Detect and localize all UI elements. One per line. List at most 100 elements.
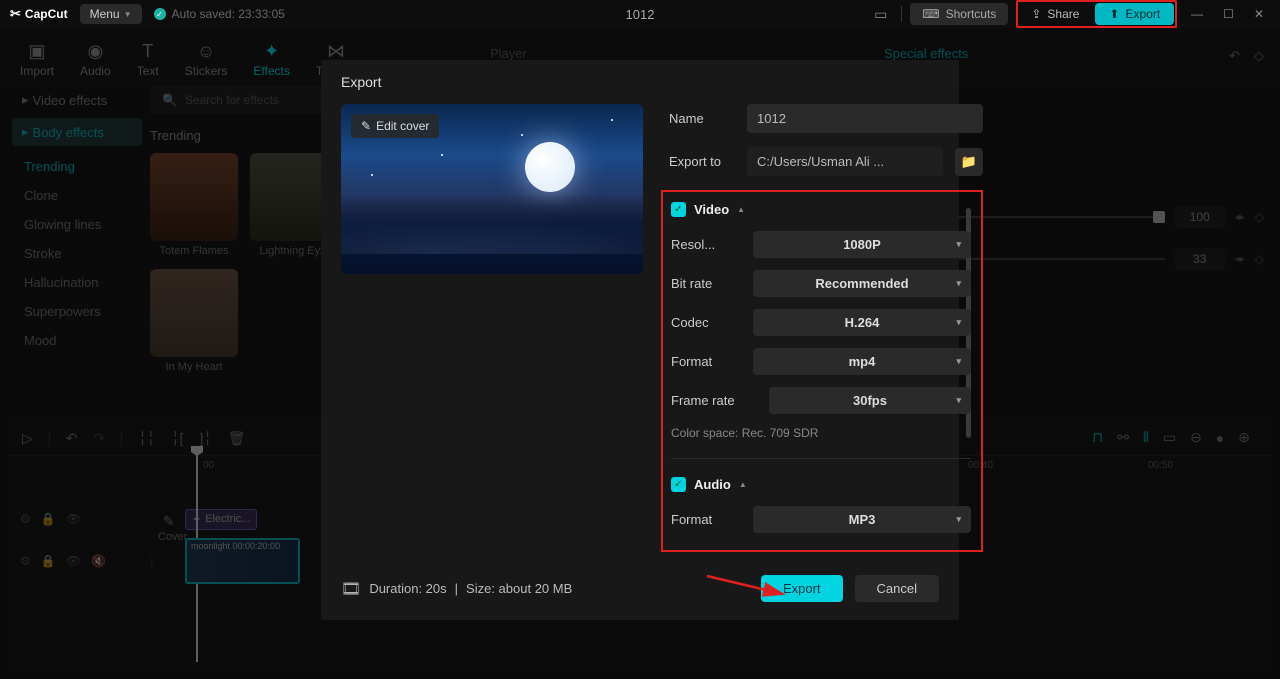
effect-clip-icon: ✦ — [192, 513, 201, 526]
sidebar-item-mood[interactable]: Mood — [12, 326, 142, 355]
export-modal: Export ✎ Edit cover Name — [321, 60, 959, 620]
zoom-out-icon[interactable]: ⊖ — [1190, 429, 1202, 446]
name-label: Name — [669, 111, 735, 126]
effect-item[interactable]: Totem Flames — [150, 153, 238, 257]
titlebar: ✂ CapCut Menu ▼ ✓ Auto saved: 23:33:05 1… — [0, 0, 1280, 28]
sidebar-item-superpowers[interactable]: Superpowers — [12, 297, 142, 326]
preview-icon[interactable]: ▭ — [1163, 429, 1176, 446]
lock-icon[interactable]: 🔒 — [41, 554, 56, 568]
sidebar-video-effects[interactable]: ▸Video effects — [12, 86, 142, 114]
codec-label: Codec — [671, 315, 741, 330]
video-clip[interactable]: moonlight 00:00:20:00 — [185, 538, 300, 584]
split-left-icon[interactable]: ╎[ — [171, 430, 183, 447]
audio-section-header[interactable]: ✓ Audio ▲ — [671, 477, 971, 492]
audio-format-dropdown[interactable]: MP3▾ — [753, 506, 971, 533]
text-icon: T — [142, 41, 153, 62]
redo-icon[interactable]: ↷ — [94, 430, 106, 447]
maximize-button[interactable]: ☐ — [1217, 7, 1240, 21]
sidebar-item-clone[interactable]: Clone — [12, 181, 142, 210]
export-button-top[interactable]: ⬆ Export — [1095, 3, 1174, 25]
audio-icon: ◉ — [88, 41, 104, 62]
colorspace-note: Color space: Rec. 709 SDR — [671, 426, 971, 440]
playhead[interactable] — [196, 452, 198, 662]
sidebar-item-glowing[interactable]: Glowing lines — [12, 210, 142, 239]
eye-icon[interactable]: 👁 — [66, 512, 81, 526]
pencil-icon: ✎ — [361, 119, 371, 133]
framerate-dropdown[interactable]: 30fps▾ — [769, 387, 971, 414]
track-settings-icon[interactable]: ⚙ — [20, 554, 31, 568]
exportto-label: Export to — [669, 154, 735, 169]
split-icon[interactable]: ╎╎ — [138, 430, 155, 447]
tab-text[interactable]: TText — [125, 37, 171, 82]
pointer-icon[interactable]: ▷ — [22, 430, 33, 447]
sidebar-item-trending[interactable]: Trending — [12, 152, 142, 181]
chevron-down-icon: ▼ — [124, 10, 132, 19]
audio-format-label: Format — [671, 512, 741, 527]
stepper-icon[interactable]: ◂▸ — [1235, 212, 1245, 223]
tab-effects[interactable]: ✦Effects — [241, 37, 301, 82]
minimize-button[interactable]: — — [1185, 7, 1209, 21]
caret-icon: ▸ — [22, 124, 29, 140]
split-right-icon[interactable]: ]╎ — [199, 430, 211, 447]
menu-button[interactable]: Menu ▼ — [80, 4, 142, 24]
check-icon: ✓ — [154, 8, 166, 20]
mute-icon[interactable]: 🔇 — [91, 554, 106, 568]
cancel-button[interactable]: Cancel — [855, 575, 939, 602]
chevron-down-icon: ▾ — [956, 395, 961, 406]
delete-icon[interactable]: 🗑 — [228, 430, 246, 447]
audio-checkbox[interactable]: ✓ — [671, 477, 686, 492]
bitrate-label: Bit rate — [671, 276, 741, 291]
chevron-down-icon: ▾ — [956, 239, 961, 250]
export-confirm-button[interactable]: Export — [761, 575, 843, 602]
app-logo: ✂ CapCut — [10, 6, 68, 22]
keyframe-icon[interactable]: ◇ — [1255, 210, 1264, 224]
modal-footer: 🎞 Duration: 20s | Size: about 20 MB Expo… — [341, 575, 939, 602]
framerate-label: Frame rate — [671, 393, 757, 408]
shortcuts-button[interactable]: ⌨ Shortcuts — [910, 3, 1008, 25]
autosave-status: ✓ Auto saved: 23:33:05 — [154, 7, 285, 21]
edit-cover-button[interactable]: ✎ Edit cover — [351, 114, 439, 138]
resolution-label: Resol... — [671, 237, 741, 252]
sidebar-item-hallucination[interactable]: Hallucination — [12, 268, 142, 297]
layout-icon[interactable]: ▭ — [868, 4, 893, 25]
bitrate-dropdown[interactable]: Recommended▾ — [753, 270, 971, 297]
zoom-in-icon[interactable]: ⊕ — [1238, 429, 1250, 446]
keyframe-icon[interactable]: ◇ — [1255, 252, 1264, 266]
tab-stickers[interactable]: ☺Stickers — [173, 37, 240, 82]
cover-label: Cover — [158, 531, 187, 543]
snap-icon[interactable]: ⫴ — [1143, 429, 1149, 446]
magnet-icon[interactable]: ⊓ — [1092, 429, 1103, 446]
codec-dropdown[interactable]: H.264▾ — [753, 309, 971, 336]
browse-folder-button[interactable]: 📁 — [955, 148, 983, 176]
name-input[interactable] — [747, 104, 983, 133]
close-button[interactable]: ✕ — [1248, 7, 1270, 21]
cover-edit-icon[interactable]: ✎ — [163, 513, 175, 530]
sort-icon: ▲ — [739, 480, 747, 489]
sidebar-item-stroke[interactable]: Stroke — [12, 239, 142, 268]
eye-icon[interactable]: 👁 — [66, 554, 81, 568]
video-section-header[interactable]: ✓ Video ▲ — [671, 202, 971, 217]
lock-icon[interactable]: 🔒 — [41, 512, 56, 526]
effects-icon: ✦ — [264, 41, 279, 62]
exportto-input[interactable] — [747, 147, 943, 176]
share-icon: ⇪ — [1031, 7, 1041, 21]
tab-import[interactable]: ▣Import — [8, 37, 66, 82]
undo-icon[interactable]: ↶ — [66, 430, 78, 447]
scissors-icon: ✂ — [10, 6, 21, 22]
tab-audio[interactable]: ◉Audio — [68, 37, 123, 82]
format-dropdown[interactable]: mp4▾ — [753, 348, 971, 375]
stepper-icon[interactable]: ◂▸ — [1235, 254, 1245, 265]
effect-item[interactable]: In My Heart — [150, 269, 238, 373]
import-icon: ▣ — [29, 41, 46, 62]
track-settings-icon[interactable]: ⚙ — [20, 512, 31, 526]
duration-text: Duration: 20s — [369, 581, 446, 596]
keyboard-icon: ⌨ — [922, 7, 939, 21]
chevron-down-icon: ▾ — [956, 278, 961, 289]
video-checkbox[interactable]: ✓ — [671, 202, 686, 217]
zoom-slider[interactable]: ● — [1216, 430, 1224, 446]
resolution-dropdown[interactable]: 1080P▾ — [753, 231, 971, 258]
sidebar-body-effects[interactable]: ▸Body effects — [12, 118, 142, 146]
link-icon[interactable]: ⚯ — [1117, 429, 1129, 446]
effect-clip[interactable]: ✦Electric... — [185, 509, 257, 530]
share-button[interactable]: ⇪ Share — [1019, 3, 1091, 25]
